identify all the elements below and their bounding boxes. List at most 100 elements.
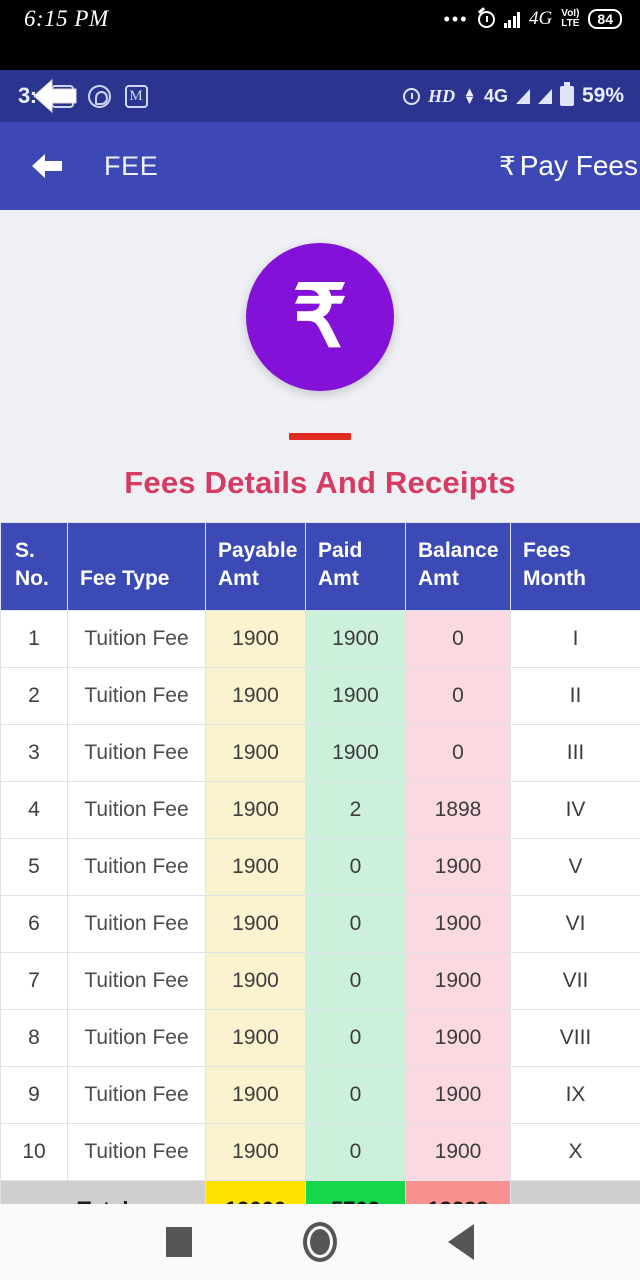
cell-payable: 1900	[205, 1065, 306, 1124]
table-row[interactable]: 9 Tuition Fee 1900 0 1900 IX	[0, 1065, 640, 1124]
cell-fee-type: Tuition Fee	[67, 780, 206, 839]
cell-month: VIII	[510, 1008, 640, 1067]
recents-square-icon[interactable]	[165, 1227, 192, 1257]
gmail-icon	[124, 84, 148, 108]
cell-fee-type: Tuition Fee	[67, 951, 206, 1010]
fees-table: S. No. Fee Type Payable Amt Paid Amt Bal…	[0, 522, 640, 1240]
col-header-month-line1: Fees	[523, 539, 571, 562]
col-header-payable-line2: Amt	[218, 567, 259, 591]
sim2-signal-icon	[537, 88, 552, 104]
pay-fees-button[interactable]: ₹ Pay Fees	[499, 150, 640, 182]
battery-percent-label: 59%	[581, 84, 624, 107]
cell-balance: 1900	[405, 951, 511, 1010]
cell-paid: 0	[305, 894, 406, 953]
volte-bottom: LTE	[561, 18, 580, 29]
mouse-cursor-icon	[33, 78, 77, 114]
cell-sno: 3	[0, 723, 68, 782]
table-row[interactable]: 4 Tuition Fee 1900 2 1898 IV	[0, 780, 640, 839]
cell-sno: 5	[0, 837, 68, 896]
back-triangle-icon[interactable]	[448, 1224, 475, 1260]
cell-payable: 1900	[205, 609, 306, 668]
page-title: FEE	[104, 150, 159, 181]
cell-month: I	[510, 609, 640, 668]
col-header-sno: S. No.	[0, 522, 68, 611]
cell-month: IV	[510, 780, 640, 839]
col-header-fee-type: Fee Type	[67, 522, 206, 611]
table-row[interactable]: 7 Tuition Fee 1900 0 1900 VII	[0, 951, 640, 1010]
alarm-icon	[477, 10, 495, 28]
cell-paid: 1900	[305, 666, 406, 725]
hero-section: ₹ Fees Details And Receipts	[0, 210, 640, 501]
cell-balance: 1900	[405, 1065, 511, 1124]
cell-month: V	[510, 837, 640, 896]
cell-sno: 7	[0, 951, 68, 1010]
cell-payable: 1900	[205, 951, 306, 1010]
cell-payable: 1900	[205, 894, 306, 953]
os-status-bar: 6:15 PM ••• 4G VoI) LTE 84	[0, 0, 640, 70]
network-type-label: 4G	[483, 85, 508, 106]
cell-fee-type: Tuition Fee	[67, 1065, 206, 1124]
cell-payable: 1900	[205, 666, 306, 725]
col-header-sno-line1: S.	[15, 539, 35, 562]
whatsapp-icon	[87, 84, 111, 108]
fees-table-head: S. No. Fee Type Payable Amt Paid Amt Bal…	[0, 522, 640, 611]
col-header-balance: Balance Amt	[405, 522, 511, 611]
status-right-group: HD ▲ ▼ 4G 59%	[403, 82, 624, 108]
cell-balance: 0	[405, 723, 511, 782]
cell-sno: 1	[0, 609, 68, 668]
pay-fees-label: Pay Fees	[519, 150, 638, 181]
hd-call-icon: HD	[428, 85, 456, 106]
cell-balance: 1900	[405, 894, 511, 953]
signal-bars-icon	[503, 11, 521, 28]
cell-fee-type: Tuition Fee	[67, 894, 206, 953]
table-row[interactable]: 8 Tuition Fee 1900 0 1900 VIII	[0, 1008, 640, 1067]
cell-payable: 1900	[205, 1122, 306, 1181]
cell-payable: 1900	[205, 837, 306, 896]
data-transfer-icon: ▲ ▼	[463, 84, 476, 107]
title-divider	[289, 433, 351, 440]
page-content: ₹ Fees Details And Receipts S. No. Fee T…	[0, 210, 640, 1280]
table-row[interactable]: 5 Tuition Fee 1900 0 1900 V	[0, 837, 640, 896]
cell-paid: 1900	[305, 723, 406, 782]
col-header-balance-line1: Balance	[418, 539, 499, 562]
cell-payable: 1900	[205, 723, 306, 782]
phone-screen: 6:15 PM ••• 4G VoI) LTE 84 3: HD ▲▼ 4G	[0, 0, 640, 1280]
cell-paid: 0	[305, 1065, 406, 1124]
cell-sno: 2	[0, 666, 68, 725]
rupee-logo-icon: ₹	[246, 243, 394, 391]
cell-paid: 0	[305, 837, 406, 896]
network-type-label: 4G	[529, 8, 553, 29]
cell-month: VII	[510, 951, 640, 1010]
table-row[interactable]: 2 Tuition Fee 1900 1900 0 II	[0, 666, 640, 725]
os-status-icons: ••• 4G VoI) LTE 84	[444, 6, 622, 32]
cell-paid: 0	[305, 1008, 406, 1067]
cell-sno: 4	[0, 780, 68, 839]
table-row[interactable]: 3 Tuition Fee 1900 1900 0 III	[0, 723, 640, 782]
cell-fee-type: Tuition Fee	[67, 1008, 206, 1067]
cell-month: X	[510, 1122, 640, 1181]
app-status-bar: 3: HD ▲▼ 4G 59%	[0, 70, 640, 122]
cell-fee-type: Tuition Fee	[67, 723, 206, 782]
battery-icon	[559, 82, 574, 106]
overflow-dots-icon: •••	[443, 9, 469, 29]
battery-level-badge: 84	[588, 9, 622, 29]
cell-paid: 2	[305, 780, 406, 839]
cell-balance: 1900	[405, 837, 511, 896]
table-row[interactable]: 6 Tuition Fee 1900 0 1900 VI	[0, 894, 640, 953]
section-title: Fees Details And Receipts	[124, 465, 516, 500]
cell-paid: 0	[305, 951, 406, 1010]
cell-balance: 1900	[405, 1008, 511, 1067]
cell-payable: 1900	[205, 1008, 306, 1067]
cell-month: IX	[510, 1065, 640, 1124]
table-header-row: S. No. Fee Type Payable Amt Paid Amt Bal…	[0, 522, 640, 611]
cell-balance: 0	[405, 609, 511, 668]
col-header-payable-line1: Payable	[218, 539, 298, 562]
home-circle-icon[interactable]	[302, 1222, 337, 1262]
table-row[interactable]: 10 Tuition Fee 1900 0 1900 X	[0, 1122, 640, 1181]
cell-fee-type: Tuition Fee	[67, 609, 206, 668]
table-row[interactable]: 1 Tuition Fee 1900 1900 0 I	[0, 609, 640, 668]
col-header-paid: Paid Amt	[305, 522, 406, 611]
back-arrow-icon[interactable]	[30, 151, 64, 181]
cell-paid: 1900	[305, 609, 406, 668]
sim1-signal-icon	[515, 88, 530, 104]
